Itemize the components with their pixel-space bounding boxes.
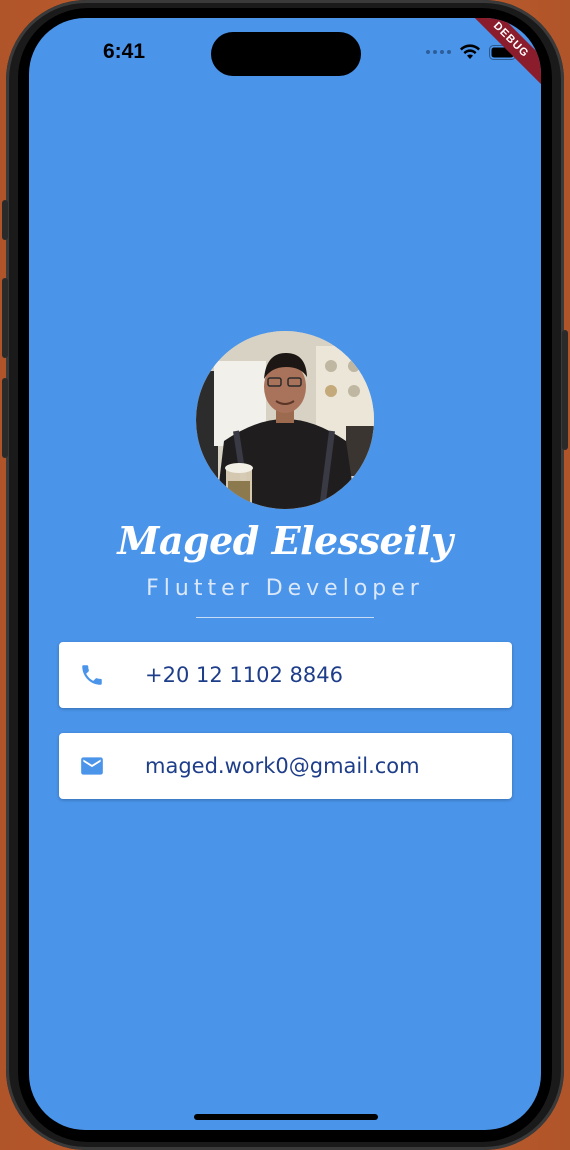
signal-icon	[426, 50, 451, 54]
mail-icon	[79, 753, 105, 779]
home-indicator[interactable]	[194, 1114, 378, 1120]
action-button	[2, 200, 8, 240]
dynamic-island	[211, 32, 361, 76]
status-time: 6:41	[103, 40, 146, 63]
profile-name: Maged Elesseily	[117, 518, 453, 563]
volume-down-button	[2, 378, 8, 458]
phone-icon	[79, 662, 105, 688]
avatar	[196, 331, 374, 509]
phone-number: +20 12 1102 8846	[145, 663, 343, 687]
email-address: maged.work0@gmail.com	[145, 754, 420, 778]
app-screen: 6:41 DEBUG Maged Elesseily Flutter Devel…	[29, 18, 541, 1130]
power-button	[562, 330, 568, 450]
status-bar: 6:41 DEBUG	[29, 18, 541, 90]
wifi-icon	[459, 44, 481, 60]
email-card[interactable]: maged.work0@gmail.com	[59, 733, 512, 799]
volume-up-button	[2, 278, 8, 358]
divider	[196, 617, 374, 618]
profile-role: Flutter Developer	[146, 576, 424, 601]
phone-card[interactable]: +20 12 1102 8846	[59, 642, 512, 708]
